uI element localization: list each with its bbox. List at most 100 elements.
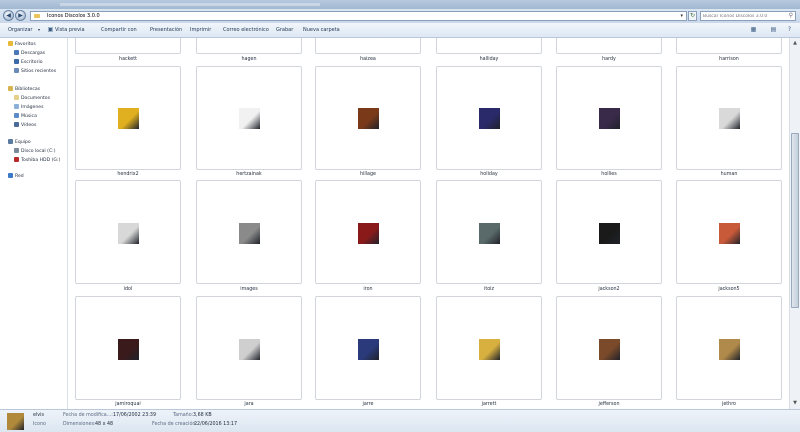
documents-icon (14, 95, 19, 100)
album-cover-icon (239, 339, 260, 360)
recent-places-icon (14, 68, 19, 73)
sidebar-item-drive-c[interactable]: Disco local (C:) (14, 148, 56, 155)
refresh-icon[interactable]: ↻ (688, 11, 697, 21)
search-box[interactable]: ⚲ (700, 11, 796, 21)
file-name[interactable]: images (196, 287, 302, 293)
computer-icon (8, 139, 13, 144)
file-tile[interactable] (556, 38, 662, 54)
album-cover-icon (599, 223, 620, 244)
address-bar-row: ◀ ▶ Iconos Discolos 3.0.0 ▾ ↻ ⚲ (0, 9, 800, 23)
sidebar-item-desktop[interactable]: Escritorio (14, 59, 43, 66)
chevron-down-icon[interactable]: ▾ (38, 26, 40, 34)
selected-file-thumbnail (7, 413, 24, 430)
file-name[interactable]: jamiroquai (75, 402, 181, 408)
file-name[interactable]: jethro (676, 402, 782, 408)
file-name[interactable]: hillage (315, 172, 421, 178)
file-tile[interactable] (196, 38, 302, 54)
sidebar-item-music[interactable]: Música (14, 113, 37, 120)
file-name[interactable]: jackson5 (676, 287, 782, 293)
file-name[interactable]: hackett (75, 57, 181, 63)
share-button[interactable]: Compartir con (101, 26, 137, 34)
file-tile[interactable] (676, 38, 782, 54)
preview-button[interactable]: Vista previa (55, 26, 85, 34)
file-name[interactable]: hendrix2 (75, 172, 181, 178)
sidebar-item-documents[interactable]: Documentos (14, 95, 50, 102)
sidebar-item-drive-g[interactable]: Toshiba HDD (G:) (14, 157, 60, 164)
size-value: 3,68 KB (193, 413, 212, 418)
music-icon (14, 113, 19, 118)
new-folder-button[interactable]: Nueva carpeta (303, 26, 340, 34)
scroll-down-icon[interactable]: ▼ (791, 399, 799, 407)
videos-icon (14, 122, 19, 127)
file-tile[interactable] (436, 38, 542, 54)
sidebar-item-images[interactable]: Imágenes (14, 104, 44, 111)
details-pane: elvis Icono Fecha de modifica...: 17/06/… (0, 409, 800, 432)
sidebar-item-favorites[interactable]: Favoritos (8, 41, 36, 48)
sidebar-item-downloads[interactable]: Descargas (14, 50, 45, 57)
album-cover-icon (479, 108, 500, 129)
preview-pane-icon[interactable]: ▤ (770, 26, 777, 34)
file-name[interactable]: human (676, 172, 782, 178)
search-icon[interactable]: ⚲ (789, 12, 793, 19)
album-cover-icon (358, 339, 379, 360)
file-name[interactable]: idol (75, 287, 181, 293)
album-cover-icon (358, 108, 379, 129)
sidebar-item-label: Red (15, 174, 24, 179)
drive-icon (14, 148, 19, 153)
sidebar-item-label: Descargas (21, 51, 46, 56)
file-tile[interactable] (75, 38, 181, 54)
address-field[interactable]: Iconos Discolos 3.0.0 ▾ (30, 11, 687, 21)
print-button[interactable]: Imprimir (190, 26, 211, 34)
file-name[interactable]: hertzainak (196, 172, 302, 178)
album-cover-icon (118, 108, 139, 129)
sidebar-item-network[interactable]: Red (8, 173, 24, 180)
back-arrow-icon[interactable]: ◀ (3, 10, 14, 21)
sidebar-item-label: Toshiba HDD (G:) (21, 158, 61, 163)
vertical-scrollbar[interactable]: ▲ ▼ (789, 38, 800, 409)
burn-button[interactable]: Grabar (276, 26, 293, 34)
folder-icon (34, 14, 40, 18)
file-name[interactable]: harrison (676, 57, 782, 63)
sidebar-item-label: Sitios recientes (21, 69, 57, 74)
organize-button[interactable]: Organizar (8, 26, 32, 34)
scrollbar-thumb[interactable] (791, 133, 799, 308)
file-name[interactable]: jara (196, 402, 302, 408)
album-cover-icon (599, 339, 620, 360)
created-label: Fecha de creación: (152, 422, 198, 427)
file-name[interactable]: haizea (315, 57, 421, 63)
file-tile[interactable] (315, 38, 421, 54)
sidebar-item-libraries[interactable]: Bibliotecas (8, 86, 40, 93)
size-label: Tamaño: (173, 413, 194, 418)
album-cover-icon (479, 339, 500, 360)
album-cover-icon (358, 223, 379, 244)
file-name[interactable]: hardy (556, 57, 662, 63)
sidebar-item-computer[interactable]: Equipo (8, 139, 31, 146)
album-cover-icon (479, 223, 500, 244)
file-name[interactable]: holiday (436, 172, 542, 178)
scroll-up-icon[interactable]: ▲ (791, 39, 799, 47)
forward-arrow-icon[interactable]: ▶ (15, 10, 26, 21)
file-name[interactable]: iron (315, 287, 421, 293)
presentation-button[interactable]: Presentación (150, 26, 182, 34)
email-button[interactable]: Correo electrónico (223, 26, 269, 34)
file-name[interactable]: jarrett (436, 402, 542, 408)
file-name[interactable]: hagen (196, 57, 302, 63)
preview-icon: ▣ (47, 26, 54, 33)
navigation-pane: Favoritos Descargas Escritorio Sitios re… (0, 38, 68, 409)
search-input[interactable] (703, 12, 783, 20)
view-options-icon[interactable]: ▦ (750, 26, 757, 34)
sidebar-item-recent[interactable]: Sitios recientes (14, 68, 56, 75)
file-name[interactable]: jackson2 (556, 287, 662, 293)
file-name[interactable]: itoiz (436, 287, 542, 293)
chevron-down-icon[interactable]: ▾ (680, 13, 683, 19)
sidebar-item-videos[interactable]: Vídeos (14, 122, 36, 129)
album-cover-icon (239, 223, 260, 244)
file-name[interactable]: jarre (315, 402, 421, 408)
modified-value: 17/06/2002 23:39 (113, 413, 156, 418)
file-name[interactable]: jefferson (556, 402, 662, 408)
file-name[interactable]: halliday (436, 57, 542, 63)
pictures-icon (14, 104, 19, 109)
file-name[interactable]: hollies (556, 172, 662, 178)
file-list: hackett hagen haizea halliday hardy harr… (68, 38, 790, 409)
help-icon[interactable]: ? (786, 26, 793, 34)
